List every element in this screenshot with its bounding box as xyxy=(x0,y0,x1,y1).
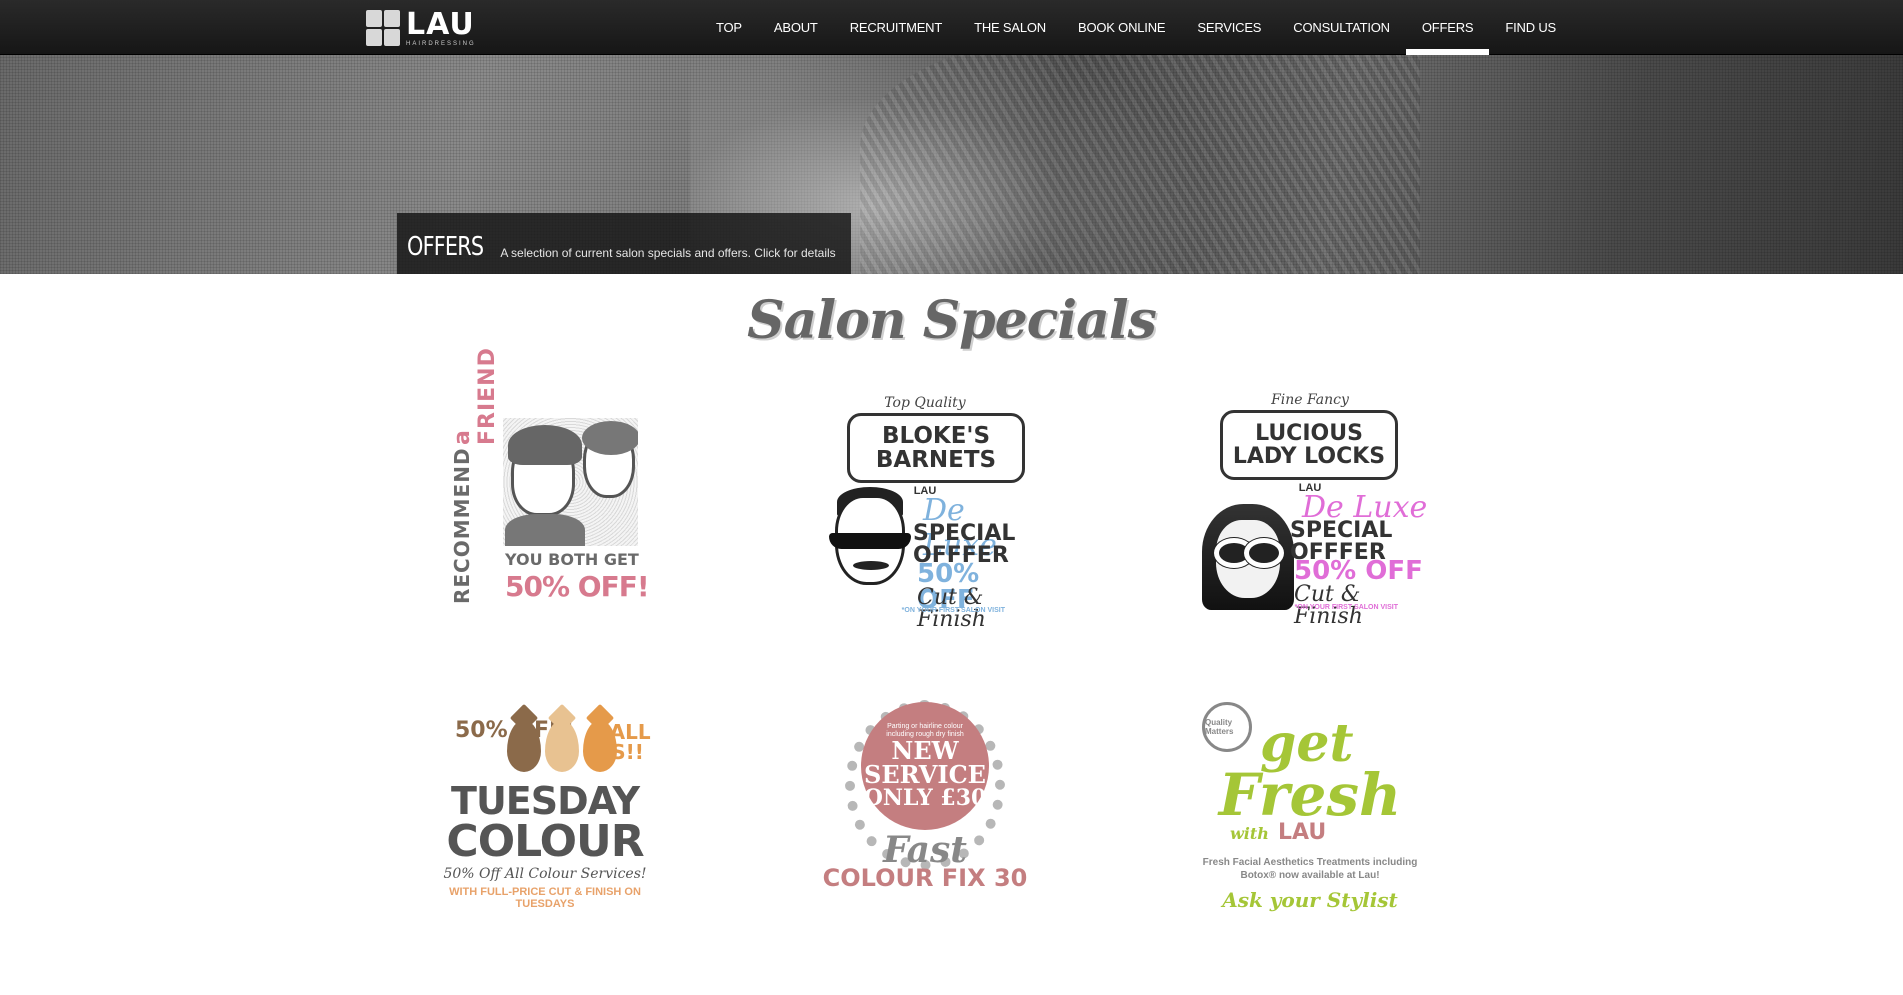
offer-line-2: 50% OFF! xyxy=(505,570,650,603)
banner-line-2: LADY LOCKS xyxy=(1232,444,1386,469)
offer-percent: 50% OFF xyxy=(1294,556,1423,586)
offer-call-to-action: Ask your Stylist xyxy=(1222,888,1398,912)
offer-recommend-a-friend[interactable]: RECOMMEND a FRIEND YOU BOTH GET 50% OFF! xyxy=(425,348,665,620)
offer-line-1: YOU BOTH GET xyxy=(505,550,639,569)
hero-banner: OFFERS A selection of current salon spec… xyxy=(0,55,1903,274)
offer-subtitle-2: WITH FULL-PRICE CUT & FINISH ON TUESDAYS xyxy=(449,886,641,910)
offer-title-2: COLOUR FIX 30 xyxy=(822,864,1028,892)
nav-item-about[interactable]: ABOUT xyxy=(758,0,834,55)
offer-vertical-text: RECOMMEND a FRIEND xyxy=(450,348,500,604)
moustache-icon xyxy=(853,561,889,570)
offer-title-1: Fast xyxy=(883,829,967,871)
offer-top-label: Fine Fancy xyxy=(1271,392,1349,408)
main-nav: TOP ABOUT RECRUITMENT THE SALON BOOK ONL… xyxy=(700,0,1572,55)
nav-item-the-salon[interactable]: THE SALON xyxy=(958,0,1062,55)
vertical-label-friend: a FRIEND xyxy=(450,347,500,446)
nav-item-recruitment[interactable]: RECRUITMENT xyxy=(834,0,958,55)
offer-lucious-lady-locks[interactable]: Fine Fancy LUCIOUS LADY LOCKS LAU De Lux… xyxy=(1190,392,1430,628)
banner-line-2: BARNETS xyxy=(875,447,997,473)
badge-service: SERVICE xyxy=(864,760,986,790)
hero-title: OFFERS xyxy=(407,232,484,262)
lau-logo[interactable]: LAU HAIRDRESSING xyxy=(366,9,486,47)
offer-title-1: TUESDAY xyxy=(451,779,640,823)
nav-item-services[interactable]: SERVICES xyxy=(1181,0,1277,55)
nav-item-top[interactable]: TOP xyxy=(700,0,758,55)
logo-subtitle: HAIRDRESSING xyxy=(406,40,476,47)
offer-banner: LUCIOUS LADY LOCKS xyxy=(1220,410,1398,480)
hero-description: A selection of current salon specials an… xyxy=(500,246,836,260)
hero-caption: OFFERS A selection of current salon spec… xyxy=(397,213,851,274)
new-service-badge: Parting or hairline colour including rou… xyxy=(861,702,989,830)
offer-top-label: Top Quality xyxy=(884,395,966,411)
offer-subtitle-1: 50% Off All Colour Services! xyxy=(443,866,647,882)
sunglasses-icon xyxy=(1212,538,1286,568)
hero-hair-image xyxy=(860,55,1420,274)
sunglasses-icon xyxy=(829,533,911,549)
retro-women-illustration xyxy=(503,418,638,546)
banner-line-1: LUCIOUS xyxy=(1255,420,1363,446)
nav-item-find-us[interactable]: FIND US xyxy=(1489,0,1572,55)
offer-get-fresh[interactable]: Quality Matters get Fresh with LAU Fresh… xyxy=(1190,700,1430,920)
offer-fine-print: *ON YOUR FIRST SALON VISIT xyxy=(1294,604,1398,611)
logo-word: LAU xyxy=(406,6,475,42)
top-navigation-bar: LAU HAIRDRESSING TOP ABOUT RECRUITMENT T… xyxy=(0,0,1903,55)
salon-specials-title: Salon Specials xyxy=(747,290,1157,351)
banner-line-1: BLOKE'S xyxy=(881,422,991,449)
offer-fast-colour-fix[interactable]: Parting or hairline colour including rou… xyxy=(805,700,1045,920)
offer-banner: BLOKE'S BARNETS xyxy=(847,413,1025,483)
nav-item-offers[interactable]: OFFERS xyxy=(1405,0,1490,55)
offer-with: with xyxy=(1230,824,1269,843)
offer-blokes-barnets[interactable]: Top Quality BLOKE'S BARNETS LAU De Luxe … xyxy=(805,395,1045,631)
badge-price: ONLY £30 xyxy=(863,785,987,812)
offer-brand: LAU xyxy=(1278,820,1327,845)
quality-seal-icon: Quality Matters xyxy=(1202,702,1252,752)
lau-chinese-mark-icon xyxy=(366,10,400,46)
offer-tuesday-colour[interactable]: 50% OFF! CALL US!! TUESDAY COLOUR 50% Of… xyxy=(425,700,665,920)
offer-fine-print: *ON YOUR FIRST SALON VISIT xyxy=(901,607,1005,614)
offer-fresh: Fresh xyxy=(1218,761,1402,829)
nav-item-consultation[interactable]: CONSULTATION xyxy=(1277,0,1406,55)
offer-title-2: COLOUR xyxy=(446,816,644,867)
nav-item-book-online[interactable]: BOOK ONLINE xyxy=(1062,0,1181,55)
offer-description: Fresh Facial Aesthetics Treatments inclu… xyxy=(1202,857,1418,881)
offer-right-label: CALL US!! xyxy=(595,720,651,764)
vertical-label-recommend: RECOMMEND xyxy=(450,447,474,604)
